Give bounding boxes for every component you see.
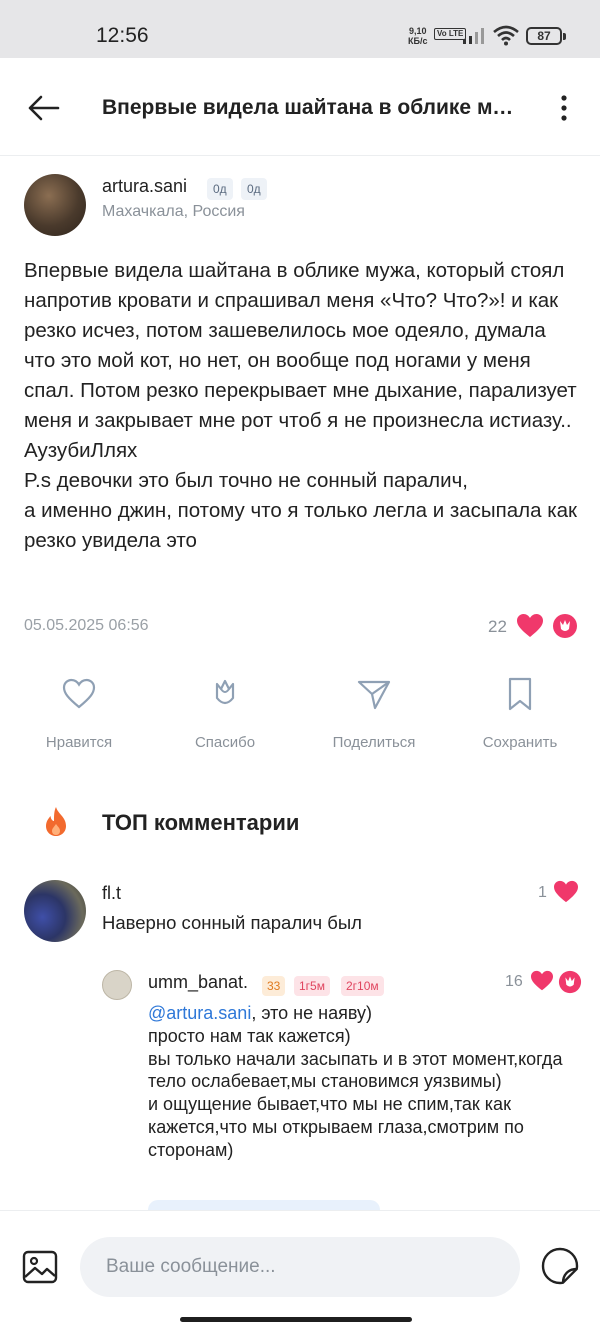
post-like-count: 22: [488, 617, 507, 636]
post-text: Впервые видела шайтана в облике мужа, ко…: [24, 259, 578, 552]
save-label: Сохранить: [482, 734, 558, 751]
commenter-avatar[interactable]: [24, 880, 86, 942]
author-location: Махачкала, Россия: [102, 203, 245, 220]
like-action[interactable]: Нравится: [24, 676, 134, 751]
tulip-icon[interactable]: [558, 969, 582, 995]
network-speed-value: 9,10: [408, 26, 427, 36]
like-label: Нравится: [45, 734, 113, 751]
fire-icon: [46, 807, 66, 836]
wifi-icon: [493, 25, 519, 46]
sticker-icon[interactable]: [539, 1245, 581, 1287]
author-name[interactable]: artura.sani: [102, 176, 187, 197]
heart-reaction-icon[interactable]: [516, 613, 544, 639]
page-title: Впервые видела шайтана в облике мужа, ко…: [102, 96, 522, 119]
membership-badge: 1г5м: [294, 976, 330, 996]
status-time: 12:56: [96, 24, 149, 47]
back-arrow-icon[interactable]: [24, 88, 64, 128]
reply-body: , это не наяву) просто нам так кажется) …: [148, 1003, 563, 1160]
image-attach-icon[interactable]: [20, 1247, 60, 1287]
author-badge: 0д: [241, 178, 267, 200]
network-speed-unit: КБ/с: [408, 36, 428, 46]
tulip-reaction-icon[interactable]: [552, 612, 578, 640]
mention-link[interactable]: @artura.sani: [148, 1003, 251, 1023]
top-comments-title: ТОП комментарии: [102, 810, 300, 835]
thanks-action[interactable]: Спасибо: [170, 676, 280, 751]
share-action[interactable]: Поделиться: [319, 676, 429, 751]
signal-icon: [463, 28, 484, 44]
network-speed: 9,10 КБ/с: [408, 26, 427, 46]
save-action[interactable]: Сохранить: [465, 676, 575, 751]
comment-composer: [0, 1210, 600, 1332]
comment-text: Наверно сонный паралич был: [102, 912, 362, 933]
heart-outline-icon: [62, 678, 96, 709]
home-indicator: [180, 1317, 412, 1322]
message-input[interactable]: [80, 1237, 520, 1297]
paper-plane-icon: [357, 680, 391, 710]
reply-like-count: 16: [505, 973, 523, 990]
status-bar: 12:56 9,10 КБ/с Vo LTE 87: [0, 0, 600, 58]
reply-avatar[interactable]: [102, 970, 132, 1000]
heart-icon[interactable]: [553, 880, 579, 904]
membership-badge: 2г10м: [341, 976, 384, 996]
battery-icon: 87: [526, 27, 566, 45]
author-avatar[interactable]: [24, 174, 86, 236]
level-badge: 33: [262, 976, 286, 996]
thanks-label: Спасибо: [194, 734, 256, 751]
heart-icon[interactable]: [530, 970, 554, 992]
post-date: 05.05.2025 06:56: [24, 617, 149, 634]
comment-like-count: 1: [538, 884, 547, 901]
top-app-bar: Впервые видела шайтана в облике мужа, ко…: [0, 58, 600, 156]
bookmark-icon: [508, 677, 532, 711]
comment-author[interactable]: fl.t: [102, 883, 121, 904]
reply-text: @artura.sani, это не наяву) просто нам т…: [148, 1002, 588, 1162]
share-label: Поделиться: [332, 734, 416, 751]
reply-author[interactable]: umm_banat.: [148, 972, 248, 993]
tulip-outline-icon: [215, 679, 235, 705]
more-vertical-icon[interactable]: [552, 92, 576, 124]
author-badge: 0д: [207, 178, 233, 200]
